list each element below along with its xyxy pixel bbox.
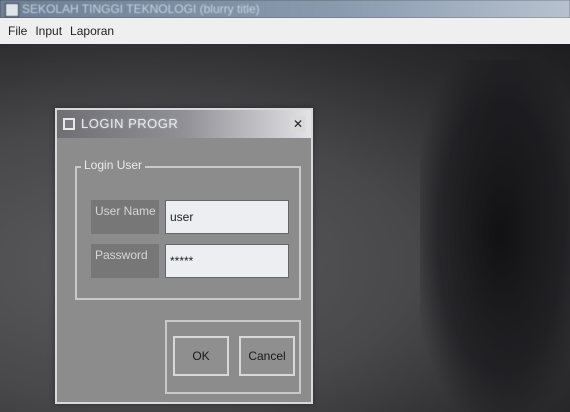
app-titlebar: SEKOLAH TINGGI TEKNOLOGI (blurry title) xyxy=(0,0,570,18)
login-group: Login User User Name Password xyxy=(75,158,301,300)
password-label: Password xyxy=(91,244,159,278)
screen-shadow xyxy=(420,60,570,412)
menubar: File Input Laporan xyxy=(0,18,570,44)
close-icon: ✕ xyxy=(292,117,304,131)
menu-input[interactable]: Input xyxy=(35,18,62,44)
username-input[interactable] xyxy=(165,200,289,234)
menu-file[interactable]: File xyxy=(8,18,27,44)
app-window-icon xyxy=(5,3,19,17)
username-label: User Name xyxy=(91,200,159,234)
dialog-title: LOGIN PROGR xyxy=(81,116,179,131)
dialog-app-icon xyxy=(63,118,75,130)
login-dialog: LOGIN PROGR ✕ Login User User Name Passw… xyxy=(55,108,313,404)
menu-laporan[interactable]: Laporan xyxy=(70,18,114,44)
ok-button[interactable]: OK xyxy=(173,336,229,376)
close-button[interactable]: ✕ xyxy=(291,116,305,132)
group-label: Login User xyxy=(81,158,146,172)
cancel-button[interactable]: Cancel xyxy=(239,336,295,376)
dialog-titlebar[interactable]: LOGIN PROGR ✕ xyxy=(57,110,311,138)
app-title: SEKOLAH TINGGI TEKNOLOGI (blurry title) xyxy=(22,2,260,16)
buttons-panel: OK Cancel xyxy=(165,320,301,394)
password-input[interactable] xyxy=(165,244,289,278)
